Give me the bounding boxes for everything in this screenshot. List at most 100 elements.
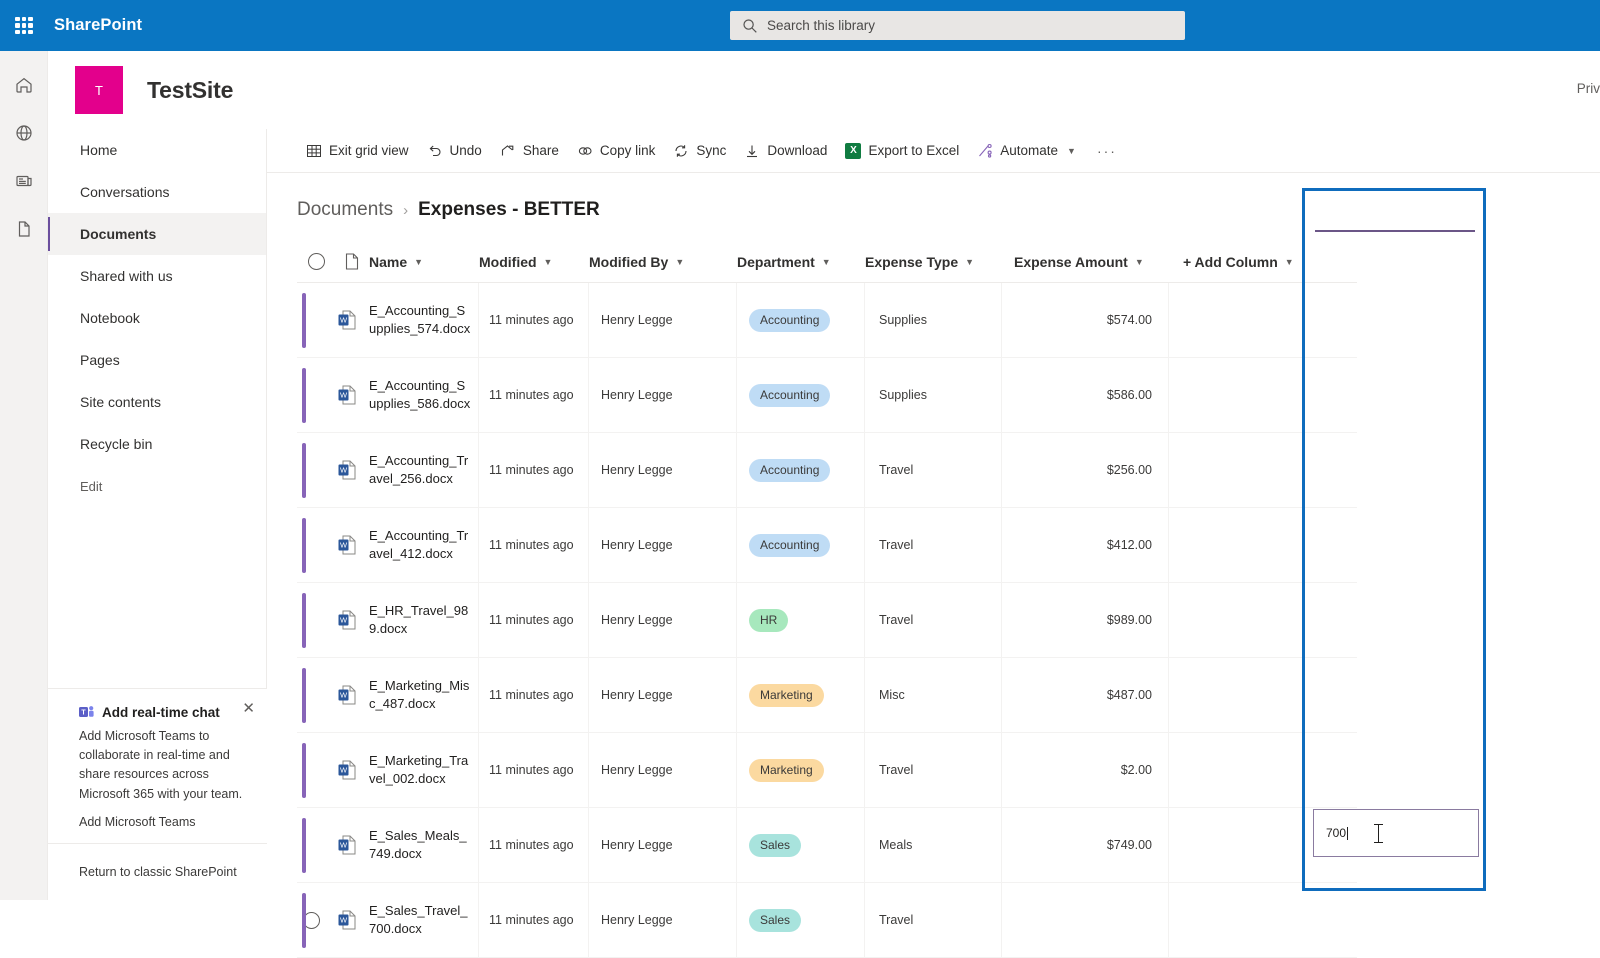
- excel-icon: X: [845, 143, 861, 159]
- cell-expense-type: Travel: [865, 433, 1002, 507]
- grid-icon: [306, 143, 322, 159]
- breadcrumb-current[interactable]: Expenses - BETTER: [418, 199, 600, 221]
- text-caret: [1347, 827, 1348, 840]
- table-row[interactable]: W E_Accounting_Travel_256.docx 11 minute…: [297, 433, 1357, 508]
- download-button[interactable]: Download: [735, 133, 836, 169]
- site-header: T TestSite Priv: [48, 51, 1600, 129]
- home-icon[interactable]: [0, 61, 48, 109]
- search-box[interactable]: [730, 11, 1185, 40]
- table-row[interactable]: W E_Sales_Travel_700.docx 11 minutes ago…: [297, 883, 1357, 958]
- app-launcher-icon[interactable]: [0, 0, 48, 51]
- add-microsoft-teams-link[interactable]: Add Microsoft Teams: [79, 815, 245, 829]
- column-header-modified[interactable]: Modified ▼: [479, 241, 589, 283]
- cell-modified-by: Henry Legge: [589, 358, 737, 432]
- table-row[interactable]: W E_Accounting_Supplies_586.docx 11 minu…: [297, 358, 1357, 433]
- copy-link-button[interactable]: Copy link: [568, 133, 665, 169]
- column-header-expense-type[interactable]: Expense Type ▼: [865, 241, 1002, 283]
- cell-expense-amount[interactable]: $412.00: [1002, 508, 1169, 582]
- share-button[interactable]: Share: [491, 133, 568, 169]
- cmd-label: Exit grid view: [329, 143, 409, 158]
- sidebar-item-notebook[interactable]: Notebook: [48, 297, 266, 339]
- table-row[interactable]: W E_HR_Travel_989.docx 11 minutes ago He…: [297, 583, 1357, 658]
- cell-expense-amount[interactable]: $749.00: [1002, 808, 1169, 882]
- table-row[interactable]: W E_Marketing_Travel_002.docx 11 minutes…: [297, 733, 1357, 808]
- cell-expense-amount[interactable]: $989.00: [1002, 583, 1169, 657]
- breadcrumb-root[interactable]: Documents: [297, 199, 393, 221]
- table-row[interactable]: W E_Accounting_Travel_412.docx 11 minute…: [297, 508, 1357, 583]
- globe-icon[interactable]: [0, 109, 48, 157]
- undo-icon: [427, 143, 443, 159]
- file-icon-cell: W: [335, 358, 369, 432]
- sidebar-item-home[interactable]: Home: [48, 129, 266, 171]
- row-indicator: [302, 593, 306, 648]
- select-all-checkbox[interactable]: [297, 241, 335, 283]
- table-row[interactable]: W E_Sales_Meals_749.docx 11 minutes ago …: [297, 808, 1357, 883]
- column-header-expense-amount[interactable]: Expense Amount ▼: [1002, 241, 1169, 283]
- grid-header-row: Name ▼ Modified ▼ Modified By ▼ Departme…: [297, 241, 1357, 283]
- status-badge: Sales: [749, 834, 801, 857]
- suite-bar: SharePoint: [0, 0, 1600, 51]
- file-icon-cell: W: [335, 508, 369, 582]
- word-document-icon: W: [338, 310, 356, 330]
- file-type-header[interactable]: [335, 241, 369, 283]
- column-header-modified-by[interactable]: Modified By ▼: [589, 241, 737, 283]
- table-row[interactable]: W E_Accounting_Supplies_574.docx 11 minu…: [297, 283, 1357, 358]
- expense-amount-edit-input[interactable]: 700: [1313, 809, 1479, 857]
- cell-expense-amount[interactable]: $2.00: [1002, 733, 1169, 807]
- sidebar-item-site-contents[interactable]: Site contents: [48, 381, 266, 423]
- cell-modified: 11 minutes ago: [479, 433, 589, 507]
- cell-expense-amount[interactable]: $574.00: [1002, 283, 1169, 357]
- export-to-excel-button[interactable]: X Export to Excel: [836, 133, 968, 169]
- cell-name[interactable]: E_Marketing_Misc_487.docx: [369, 658, 479, 732]
- column-header-name[interactable]: Name ▼: [369, 241, 479, 283]
- sidebar-item-pages[interactable]: Pages: [48, 339, 266, 381]
- cell-add-column: [1169, 433, 1309, 507]
- cell-name[interactable]: E_Accounting_Supplies_586.docx: [369, 358, 479, 432]
- status-badge: Sales: [749, 909, 801, 932]
- cell-name[interactable]: E_Marketing_Travel_002.docx: [369, 733, 479, 807]
- svg-text:W: W: [340, 316, 348, 325]
- cell-name[interactable]: E_Accounting_Supplies_574.docx: [369, 283, 479, 357]
- close-icon[interactable]: ✕: [242, 701, 255, 716]
- cell-name[interactable]: E_Accounting_Travel_412.docx: [369, 508, 479, 582]
- exit-grid-view-button[interactable]: Exit grid view: [297, 133, 418, 169]
- cell-expense-type: Travel: [865, 583, 1002, 657]
- cell-expense-type: Supplies: [865, 283, 1002, 357]
- files-icon[interactable]: [0, 205, 48, 253]
- cell-name[interactable]: E_Accounting_Travel_256.docx: [369, 433, 479, 507]
- cell-expense-amount[interactable]: $487.00: [1002, 658, 1169, 732]
- news-icon[interactable]: [0, 157, 48, 205]
- cmd-label: Sync: [696, 143, 726, 158]
- promo-title: Add real-time chat: [102, 705, 220, 720]
- add-column-button[interactable]: + Add Column ▼: [1169, 241, 1309, 283]
- search-input[interactable]: [767, 18, 1147, 33]
- status-badge: Marketing: [749, 684, 824, 707]
- cell-expense-type: Misc: [865, 658, 1002, 732]
- sharepoint-brand[interactable]: SharePoint: [54, 16, 142, 35]
- status-badge: HR: [749, 609, 788, 632]
- svg-text:T: T: [81, 710, 86, 717]
- cell-name[interactable]: E_Sales_Meals_749.docx: [369, 808, 479, 882]
- cell-modified: 11 minutes ago: [479, 358, 589, 432]
- sidebar-item-recycle-bin[interactable]: Recycle bin: [48, 423, 266, 465]
- cell-name[interactable]: E_Sales_Travel_700.docx: [369, 883, 479, 957]
- nav-edit-button[interactable]: Edit: [48, 465, 266, 507]
- cell-expense-amount[interactable]: $256.00: [1002, 433, 1169, 507]
- cell-expense-amount[interactable]: $586.00: [1002, 358, 1169, 432]
- column-header-department[interactable]: Department ▼: [737, 241, 865, 283]
- sync-button[interactable]: Sync: [664, 133, 735, 169]
- page-title[interactable]: TestSite: [147, 77, 233, 104]
- sidebar-item-conversations[interactable]: Conversations: [48, 171, 266, 213]
- cell-modified: 11 minutes ago: [479, 733, 589, 807]
- sidebar-item-shared-with-us[interactable]: Shared with us: [48, 255, 266, 297]
- more-options-button[interactable]: ···: [1085, 133, 1129, 169]
- undo-button[interactable]: Undo: [418, 133, 491, 169]
- table-row[interactable]: W E_Marketing_Misc_487.docx 11 minutes a…: [297, 658, 1357, 733]
- automate-icon: [977, 143, 993, 159]
- sidebar-item-documents[interactable]: Documents: [48, 213, 266, 255]
- cell-expense-amount[interactable]: [1002, 883, 1169, 957]
- automate-button[interactable]: Automate ▼: [968, 133, 1085, 169]
- return-to-classic-sharepoint-link[interactable]: Return to classic SharePoint: [48, 843, 267, 900]
- app-rail: [0, 51, 48, 900]
- cell-name[interactable]: E_HR_Travel_989.docx: [369, 583, 479, 657]
